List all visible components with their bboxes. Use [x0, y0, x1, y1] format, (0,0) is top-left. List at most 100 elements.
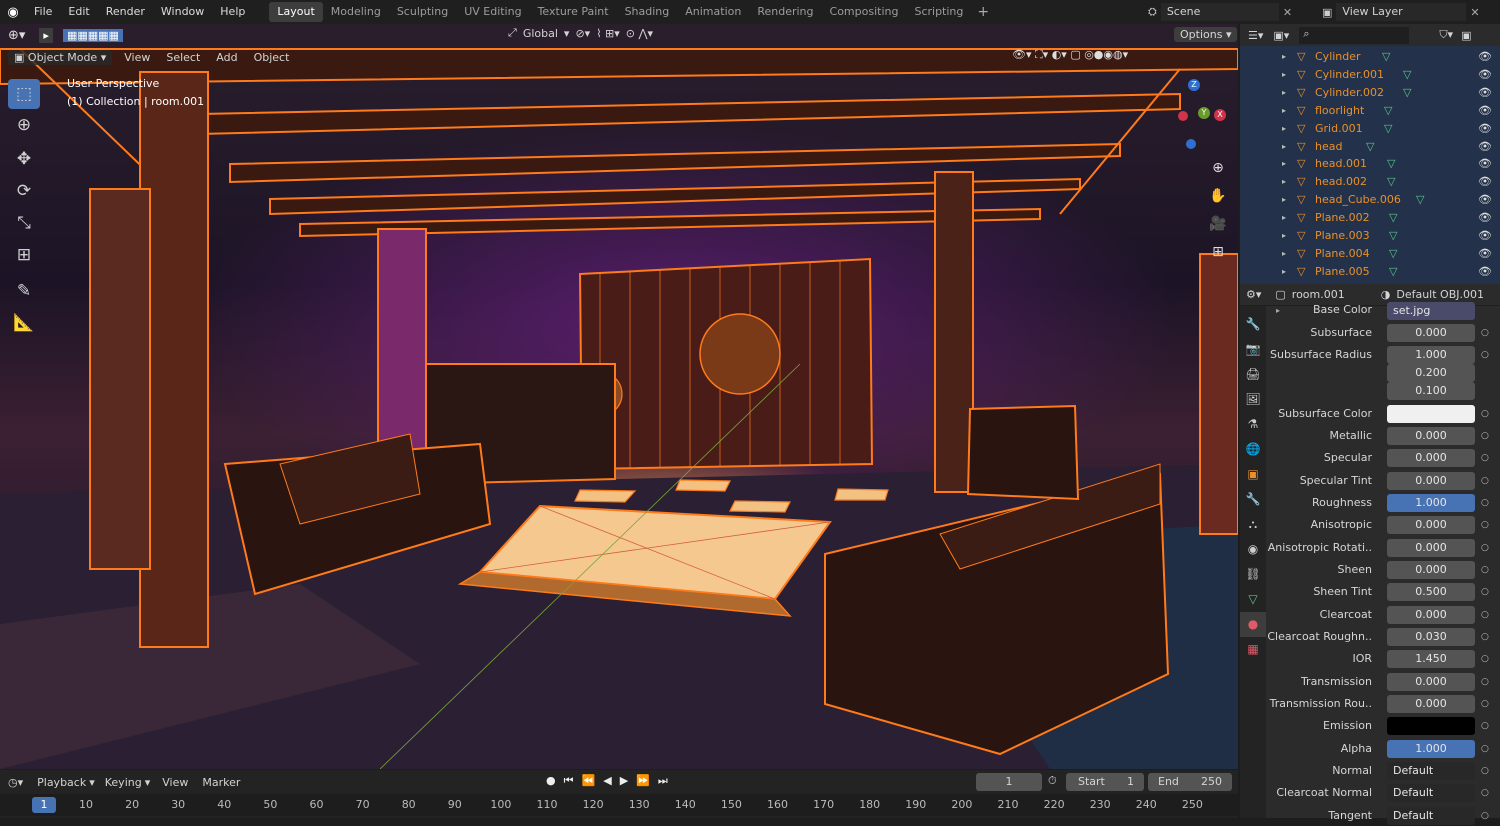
property-value[interactable]: 0.000	[1387, 695, 1475, 713]
menu-window[interactable]: Window	[153, 0, 212, 24]
tab-sculpting[interactable]: Sculpting	[389, 2, 456, 22]
property-value[interactable]: 0.000	[1387, 606, 1475, 624]
property-value[interactable]: Default	[1387, 784, 1475, 802]
keyframe-dot-icon[interactable]: ○	[1481, 739, 1489, 759]
visibility-eye-icon[interactable]: 👁	[1478, 48, 1492, 66]
new-collection-icon[interactable]: ▣	[1461, 29, 1471, 42]
filter-icon[interactable]: ⛉▾	[1439, 28, 1453, 42]
record-icon[interactable]: ●	[546, 774, 556, 788]
property-value[interactable]: 1.000	[1387, 346, 1475, 364]
expand-icon[interactable]: ▸	[1282, 191, 1286, 209]
select-box-icon[interactable]: ▸	[39, 27, 53, 43]
jump-start-icon[interactable]: ⏮	[564, 774, 574, 788]
outliner-item[interactable]: ▸ ▽ Plane.004 ▽ 👁	[1240, 245, 1500, 263]
keyframe-dot-icon[interactable]: ○	[1481, 672, 1489, 692]
property-value[interactable]: 0.000	[1387, 449, 1475, 467]
keyframe-dot-icon[interactable]: ○	[1481, 515, 1489, 535]
keyframe-dot-icon[interactable]: ○	[1481, 627, 1489, 647]
add-workspace-icon[interactable]: +	[971, 4, 995, 20]
outliner-item[interactable]: ▸ ▽ head_Cube.006 ▽ 👁	[1240, 191, 1500, 209]
tab-texture-paint[interactable]: Texture Paint	[530, 2, 617, 22]
camera-view-icon[interactable]: 🎥	[1208, 210, 1228, 238]
display-mode-icon[interactable]: ▣▾	[1273, 29, 1289, 42]
measure-tool-icon[interactable]: 📐	[8, 308, 40, 338]
visibility-eye-icon[interactable]: 👁	[1478, 173, 1492, 191]
menu-help[interactable]: Help	[212, 0, 253, 24]
move-tool-icon[interactable]: ✥	[8, 144, 40, 174]
tab-uv-editing[interactable]: UV Editing	[456, 2, 529, 22]
blender-logo-icon[interactable]: ◉	[0, 5, 26, 20]
expand-icon[interactable]: ▸	[1282, 66, 1286, 84]
annotate-tool-icon[interactable]: ✎	[8, 276, 40, 306]
scene-selector[interactable]: ⛭ Scene ✕	[1148, 2, 1292, 22]
timeline-editor-icon[interactable]: ◷▾	[8, 776, 23, 789]
visibility-eye-icon[interactable]: 👁	[1478, 155, 1492, 173]
property-value[interactable]: 0.100	[1387, 382, 1475, 400]
outliner-item[interactable]: ▸ ▽ head.001 ▽ 👁	[1240, 155, 1500, 173]
close-scene-icon[interactable]: ✕	[1283, 6, 1292, 19]
visibility-eye-icon[interactable]: 👁	[1478, 66, 1492, 84]
property-value[interactable]: 0.000	[1387, 472, 1475, 490]
play-reverse-icon[interactable]: ◀	[603, 774, 611, 788]
property-value[interactable]: 0.000	[1387, 673, 1475, 691]
keyframe-dot-icon[interactable]: ○	[1481, 761, 1489, 781]
outliner-item[interactable]: ▸ ▽ Plane.003 ▽ 👁	[1240, 227, 1500, 245]
keyframe-dot-icon[interactable]: ○	[1481, 323, 1489, 343]
search-icon[interactable]: ⌕	[1299, 26, 1410, 44]
visibility-eye-icon[interactable]: 👁	[1478, 209, 1492, 227]
orientation-dropdown[interactable]: Global	[523, 27, 558, 40]
property-value[interactable]: 1.000	[1387, 494, 1475, 512]
play-icon[interactable]: ▶	[620, 774, 628, 788]
view-layer-name[interactable]: View Layer	[1336, 3, 1467, 21]
3d-viewport[interactable]: ⊕▾ ▸ ▦▦▦▦▦ ⤢ Global ▾ ⊘▾ ⌇ ⊞▾ ⊙ ⋀▾ Optio…	[0, 24, 1238, 769]
material-name[interactable]: Default OBJ.001	[1396, 288, 1484, 301]
visibility-eye-icon[interactable]: 👁	[1478, 120, 1492, 138]
outliner-item[interactable]: ▸ ▽ Cylinder.001 ▽ 👁	[1240, 66, 1500, 84]
expand-icon[interactable]: ▸	[1282, 102, 1286, 120]
outliner-item[interactable]: ▸ ▽ Plane.002 ▽ 👁	[1240, 209, 1500, 227]
expand-icon[interactable]: ▸	[1282, 84, 1286, 102]
scene-name[interactable]: Scene	[1160, 3, 1279, 21]
timeline-menu-playback[interactable]: Playback	[37, 776, 86, 789]
shading-icons[interactable]: 👁▾ ⛶▾ ◐▾ ▢ ◎●◉◍▾	[1012, 48, 1128, 62]
keyframe-dot-icon[interactable]: ○	[1481, 783, 1489, 803]
properties-editor-icon[interactable]: ⚙▾	[1246, 288, 1261, 301]
expand-icon[interactable]: ▸	[1276, 306, 1280, 315]
pivot-icon[interactable]: ⊘▾	[575, 27, 590, 40]
base-color-texture[interactable]: set.jpg	[1387, 302, 1475, 320]
tab-scripting[interactable]: Scripting	[906, 2, 971, 22]
navigation-gizmo[interactable]: Z Y X	[1170, 79, 1230, 149]
outliner-item[interactable]: ▸ ▽ Grid.001 ▽ 👁	[1240, 120, 1500, 138]
keyframe-dot-icon[interactable]: ○	[1481, 345, 1489, 365]
tab-modeling[interactable]: Modeling	[323, 2, 389, 22]
property-value[interactable]: 0.500	[1387, 583, 1475, 601]
ortho-grid-icon[interactable]: ⊞	[1208, 238, 1228, 266]
viewport-menu-select[interactable]: Select	[166, 51, 200, 64]
current-frame-field[interactable]: 1	[976, 773, 1042, 791]
outliner-editor-icon[interactable]: ☰▾	[1248, 29, 1263, 42]
property-value[interactable]: 0.000	[1387, 516, 1475, 534]
expand-icon[interactable]: ▸	[1282, 263, 1286, 281]
current-frame-marker[interactable]: 1	[32, 797, 56, 813]
property-value[interactable]: 0.000	[1387, 561, 1475, 579]
keyframe-dot-icon[interactable]: ○	[1481, 694, 1489, 714]
viewport-menu-view[interactable]: View	[124, 51, 150, 64]
keyframe-dot-icon[interactable]: ○	[1481, 806, 1489, 826]
expand-icon[interactable]: ▸	[1282, 120, 1286, 138]
options-dropdown[interactable]: Options ▾	[1174, 27, 1238, 42]
pan-hand-icon[interactable]: ✋	[1208, 182, 1228, 210]
tab-shading[interactable]: Shading	[617, 2, 678, 22]
property-value[interactable]: 1.000	[1387, 740, 1475, 758]
expand-icon[interactable]: ▸	[1282, 173, 1286, 191]
timeline-menu-marker[interactable]: Marker	[202, 776, 240, 789]
outliner-item[interactable]: ▸ ▽ Plane.005 ▽ 👁	[1240, 263, 1500, 281]
selection-mode-icons[interactable]: ▦▦▦▦▦	[62, 28, 123, 42]
property-value[interactable]: 0.000	[1387, 427, 1475, 445]
keyframe-dot-icon[interactable]: ○	[1481, 404, 1489, 424]
frame-ruler[interactable]: 1 10 20 30 40 50 60 70 80 90 100 110 120 130 140 150 160…	[0, 794, 1238, 816]
expand-icon[interactable]: ▸	[1282, 245, 1286, 263]
property-value[interactable]: 0.030	[1387, 628, 1475, 646]
viewport-menu-object[interactable]: Object	[254, 51, 290, 64]
keyframe-dot-icon[interactable]: ○	[1481, 448, 1489, 468]
expand-icon[interactable]: ▸	[1282, 138, 1286, 156]
